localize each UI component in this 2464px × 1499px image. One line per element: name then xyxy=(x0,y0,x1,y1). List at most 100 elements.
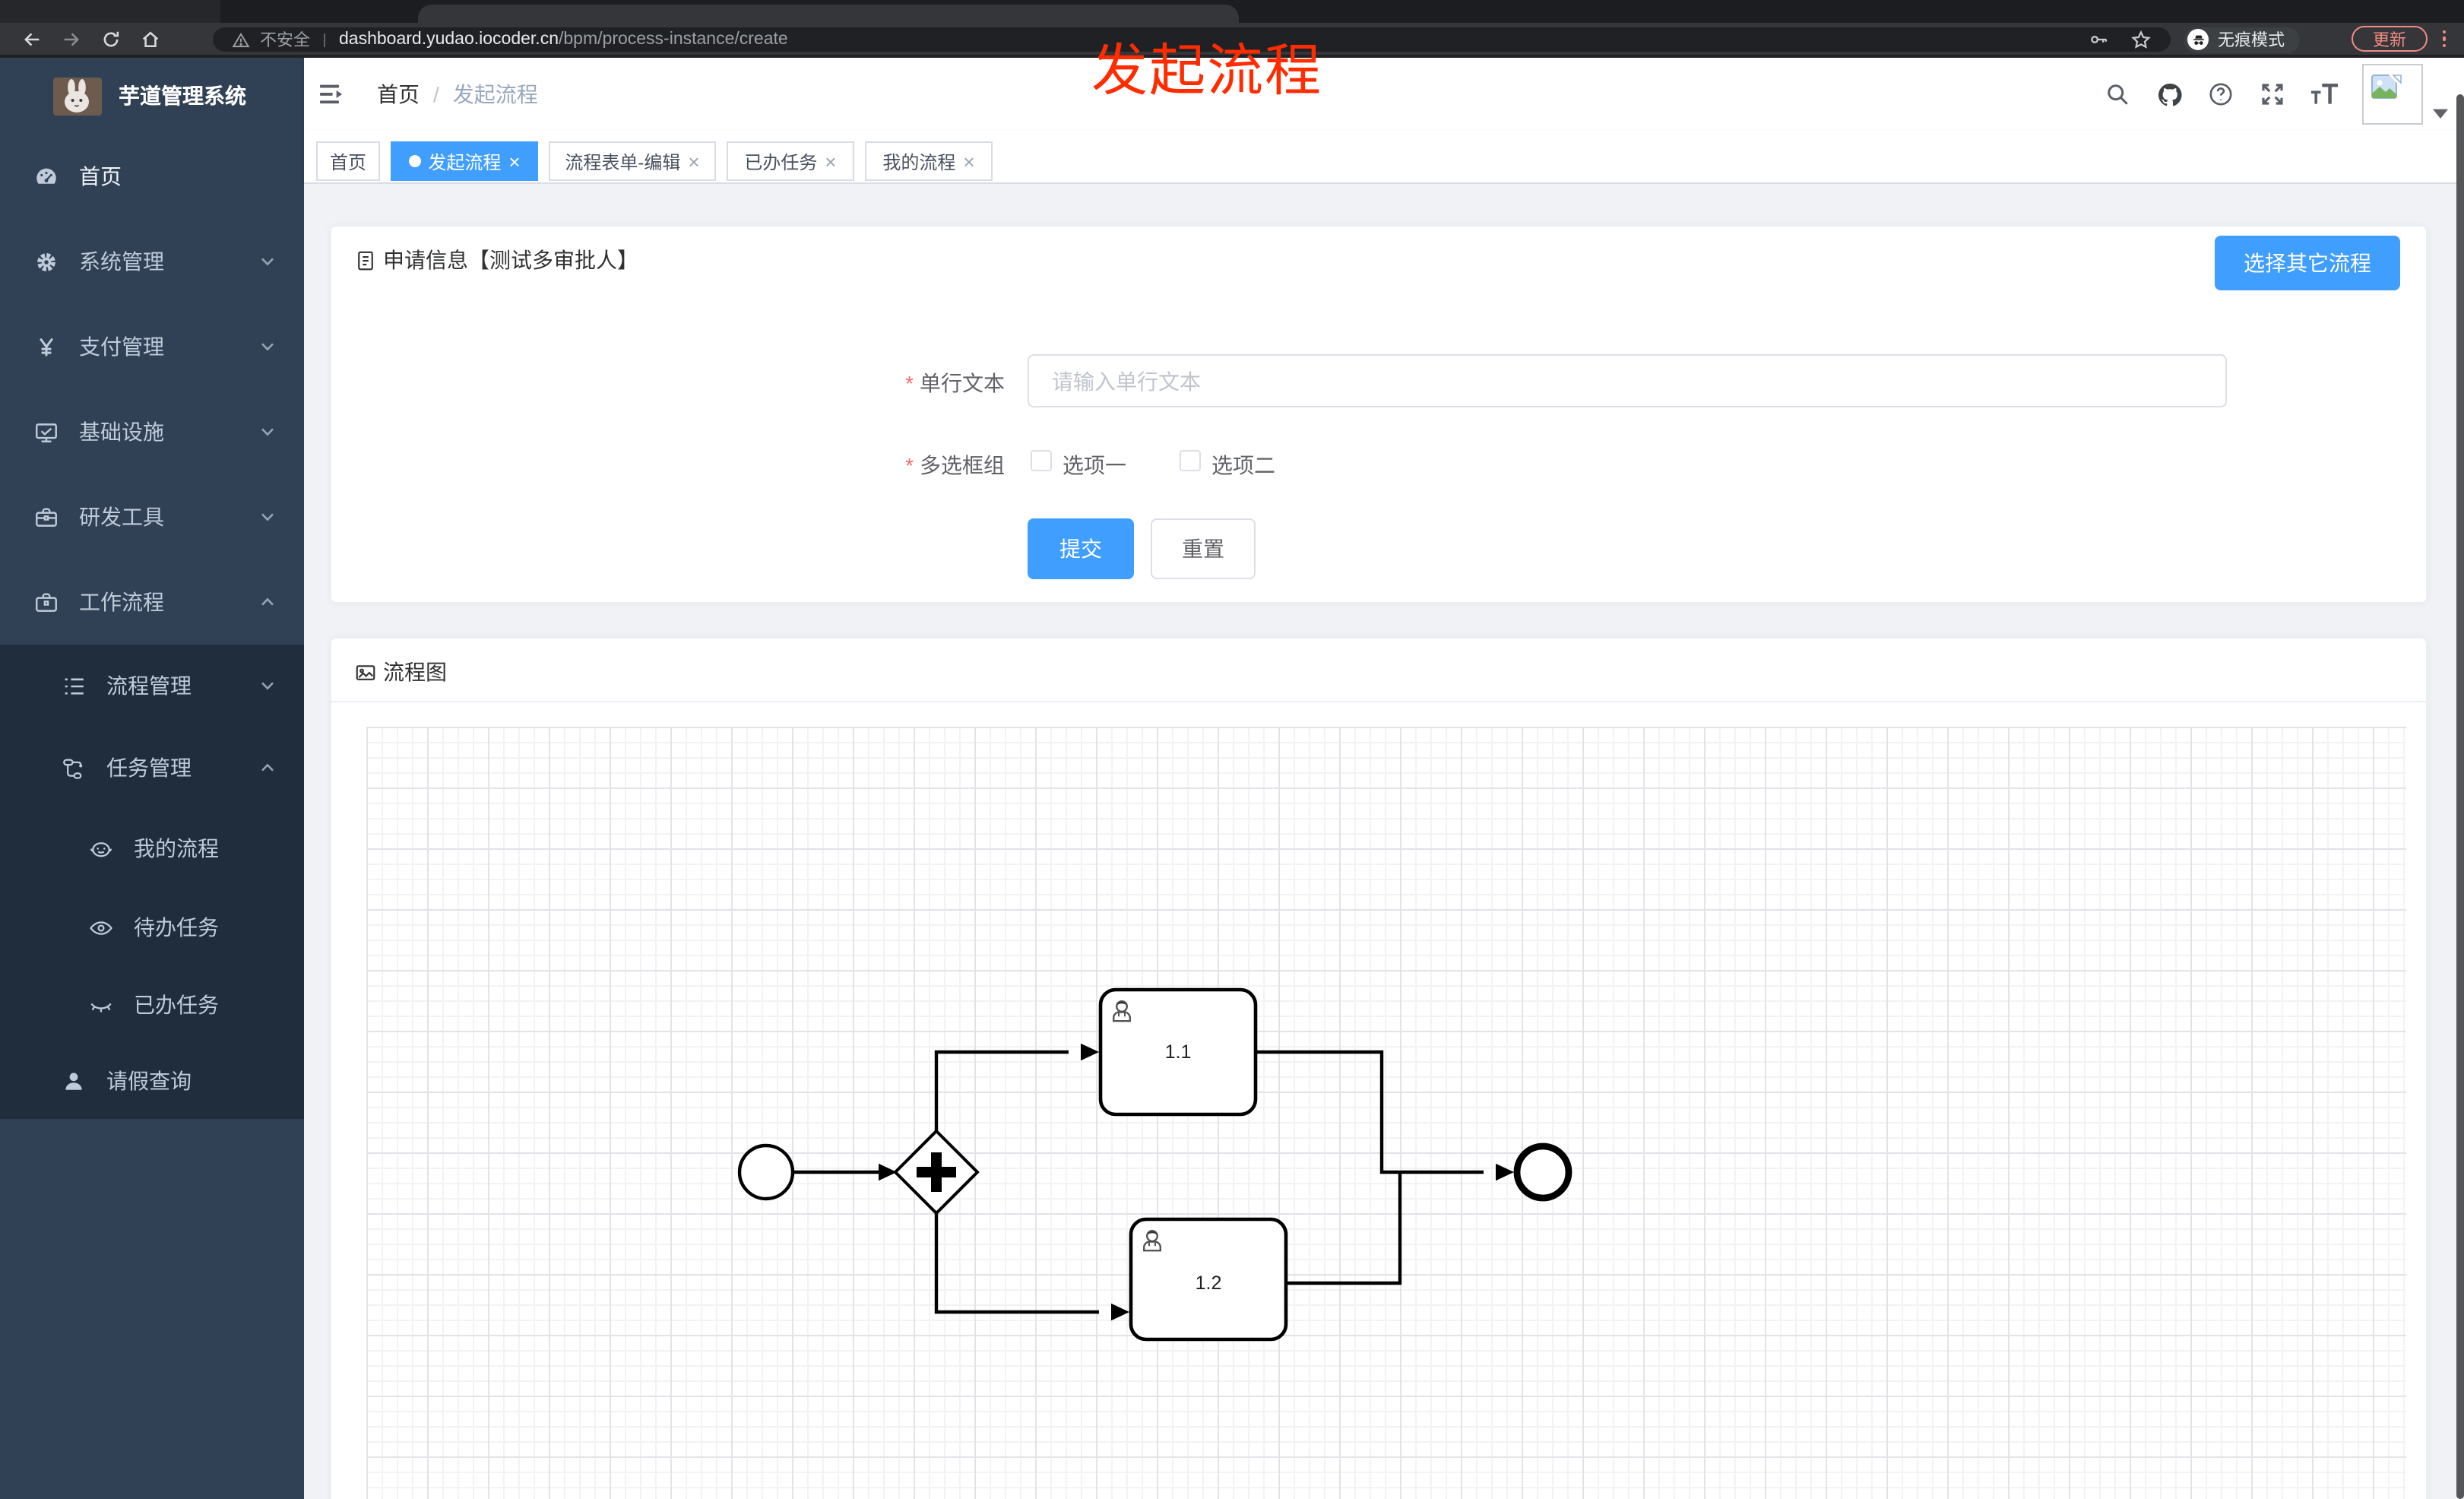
sidebar-item-system[interactable]: 系统管理 xyxy=(0,219,304,304)
flow-task1-to-end xyxy=(1256,1050,1484,1174)
annotation-overlay-text: 发起流程 xyxy=(1091,40,1322,102)
field-label-checkbox-group: * 多选框组 xyxy=(905,453,1005,477)
sidebar-item-done-tasks[interactable]: 已办任务 xyxy=(0,967,304,1043)
tab-form-edit[interactable]: 流程表单-编辑 × xyxy=(549,141,716,181)
bpmn-user-task-1[interactable]: 1.1 xyxy=(1098,987,1258,1117)
sidebar-item-workflow[interactable]: 工作流程 xyxy=(0,559,304,645)
sidebar-item-leave-query[interactable]: 请假查询 xyxy=(0,1043,304,1119)
checkbox-label-option-2[interactable]: 选项二 xyxy=(1211,450,1275,480)
bpmn-end-event[interactable] xyxy=(1513,1142,1572,1202)
sidebar-item-process-mgmt[interactable]: 流程管理 xyxy=(0,645,304,727)
breadcrumb-separator: / xyxy=(433,82,439,106)
monitor-icon xyxy=(33,419,59,445)
eye-closed-icon xyxy=(88,992,114,1018)
chevron-down-icon xyxy=(258,423,277,441)
search-icon[interactable] xyxy=(2092,58,2143,131)
checkbox-option-1[interactable] xyxy=(1031,450,1052,471)
bpmn-canvas[interactable]: 1.1 1.2 xyxy=(366,727,2406,1499)
tab-done-tasks[interactable]: 已办任务 × xyxy=(727,141,854,181)
submit-button[interactable]: 提交 xyxy=(1028,518,1134,579)
key-icon[interactable] xyxy=(2089,29,2110,50)
url-path[interactable]: /bpm/process-instance/create xyxy=(559,30,788,49)
font-size-icon[interactable] xyxy=(2298,58,2350,131)
home-icon[interactable] xyxy=(131,24,170,54)
chevron-down-icon xyxy=(258,508,277,526)
back-icon[interactable] xyxy=(12,24,52,54)
fullscreen-icon[interactable] xyxy=(2247,58,2298,131)
apply-info-header: 申请信息【测试多审批人】 xyxy=(354,245,638,275)
app-navbar: 首页 / 发起流程 xyxy=(304,58,2464,131)
active-tab-dot xyxy=(408,155,421,167)
flow-gateway-to-task2 xyxy=(934,1213,1099,1314)
checkbox-label-option-1[interactable]: 选项一 xyxy=(1063,450,1126,480)
select-other-process-button[interactable]: 选择其它流程 xyxy=(2215,236,2400,290)
reload-icon[interactable] xyxy=(91,24,131,54)
sidebar-item-home[interactable]: 首页 xyxy=(0,134,304,219)
tab-start-process[interactable]: 发起流程 × xyxy=(391,141,538,181)
browser-window-controls-area xyxy=(0,0,220,23)
sidebar-item-my-process[interactable]: 我的流程 xyxy=(0,809,304,888)
main-content: 申请信息【测试多审批人】 选择其它流程 *单行文本 *多选框组 选项一 选项二 … xyxy=(304,184,2464,1499)
sidebar-item-task-mgmt[interactable]: 任务管理 xyxy=(0,727,304,809)
image-icon xyxy=(354,661,377,683)
breadcrumb-home[interactable]: 首页 xyxy=(377,79,420,109)
chevron-down-icon xyxy=(258,677,277,695)
apply-info-title: 申请信息【测试多审批人】 xyxy=(383,248,638,272)
person-icon xyxy=(61,1068,87,1094)
apply-info-card: 申请信息【测试多审批人】 选择其它流程 *单行文本 *多选框组 选项一 选项二 … xyxy=(330,225,2428,604)
divider xyxy=(331,701,2426,702)
logo-rabbit-avatar xyxy=(53,77,102,115)
sidebar-submenu-workflow: 流程管理 任务管理 我的流程 待办任务 已办任务 请假查询 xyxy=(0,645,304,1119)
flow-task2-to-join xyxy=(1286,1174,1402,1285)
toolbox-icon xyxy=(33,504,59,530)
briefcase-icon xyxy=(33,589,59,615)
browser-active-tab[interactable] xyxy=(418,5,1239,23)
flow-icon xyxy=(61,755,87,781)
question-icon[interactable] xyxy=(2195,58,2247,131)
chevron-down-icon xyxy=(258,252,277,271)
app-logo[interactable]: 芋道管理系统 xyxy=(0,58,304,134)
bpmn-user-task-2[interactable]: 1.2 xyxy=(1129,1217,1288,1342)
url-separator xyxy=(324,33,325,46)
avatar[interactable] xyxy=(2362,64,2423,125)
hamburger-icon[interactable] xyxy=(316,79,347,109)
broken-image-icon xyxy=(2371,72,2403,99)
diagram-header: 流程图 xyxy=(354,657,447,687)
eye-icon xyxy=(88,914,114,940)
tab-my-process[interactable]: 我的流程 × xyxy=(865,141,993,181)
gear-icon xyxy=(33,249,59,274)
breadcrumb-current: 发起流程 xyxy=(452,82,538,106)
url-host[interactable]: dashboard.yudao.iocoder.cn xyxy=(339,30,559,49)
single-line-text-input[interactable] xyxy=(1028,354,2227,407)
bookmark-star-icon[interactable] xyxy=(2130,28,2152,51)
bpmn-parallel-gateway[interactable] xyxy=(893,1129,980,1215)
close-icon[interactable]: × xyxy=(825,151,836,171)
reset-button[interactable]: 重置 xyxy=(1151,518,1256,579)
required-asterisk: * xyxy=(905,453,914,477)
github-icon[interactable] xyxy=(2143,58,2195,131)
caret-down-icon[interactable] xyxy=(2432,108,2449,120)
tab-home[interactable]: 首页 xyxy=(316,141,380,181)
chevron-up-icon xyxy=(258,593,277,611)
page-scrollbar[interactable] xyxy=(2456,94,2464,1499)
sidebar-item-infra[interactable]: 基础设施 xyxy=(0,389,304,474)
close-icon[interactable]: × xyxy=(963,151,974,171)
close-icon[interactable]: × xyxy=(688,151,699,171)
browser-update-button[interactable]: 更新 xyxy=(2352,26,2428,52)
sidebar-item-devtools[interactable]: 研发工具 xyxy=(0,474,304,559)
close-icon[interactable]: × xyxy=(508,151,520,171)
sidebar: 芋道管理系统 首页 系统管理 支付管理 基础设施 研发工具 工作流程 流程管理 … xyxy=(0,58,304,1499)
checkbox-option-2[interactable] xyxy=(1180,450,1201,471)
yen-icon xyxy=(33,334,59,360)
document-icon xyxy=(354,249,377,271)
kebab-menu-icon[interactable] xyxy=(2440,27,2449,50)
sidebar-item-payment[interactable]: 支付管理 xyxy=(0,304,304,389)
browser-tabstrip xyxy=(0,0,2464,23)
insecure-label[interactable]: 不安全 xyxy=(260,27,310,52)
warning-icon xyxy=(231,30,251,49)
bpmn-diagram: 1.1 1.2 xyxy=(737,987,1572,1342)
sidebar-item-todo-tasks[interactable]: 待办任务 xyxy=(0,888,304,967)
forward-icon[interactable] xyxy=(52,24,91,54)
task1-label: 1.1 xyxy=(1165,1041,1192,1063)
bpmn-start-event[interactable] xyxy=(737,1143,795,1201)
